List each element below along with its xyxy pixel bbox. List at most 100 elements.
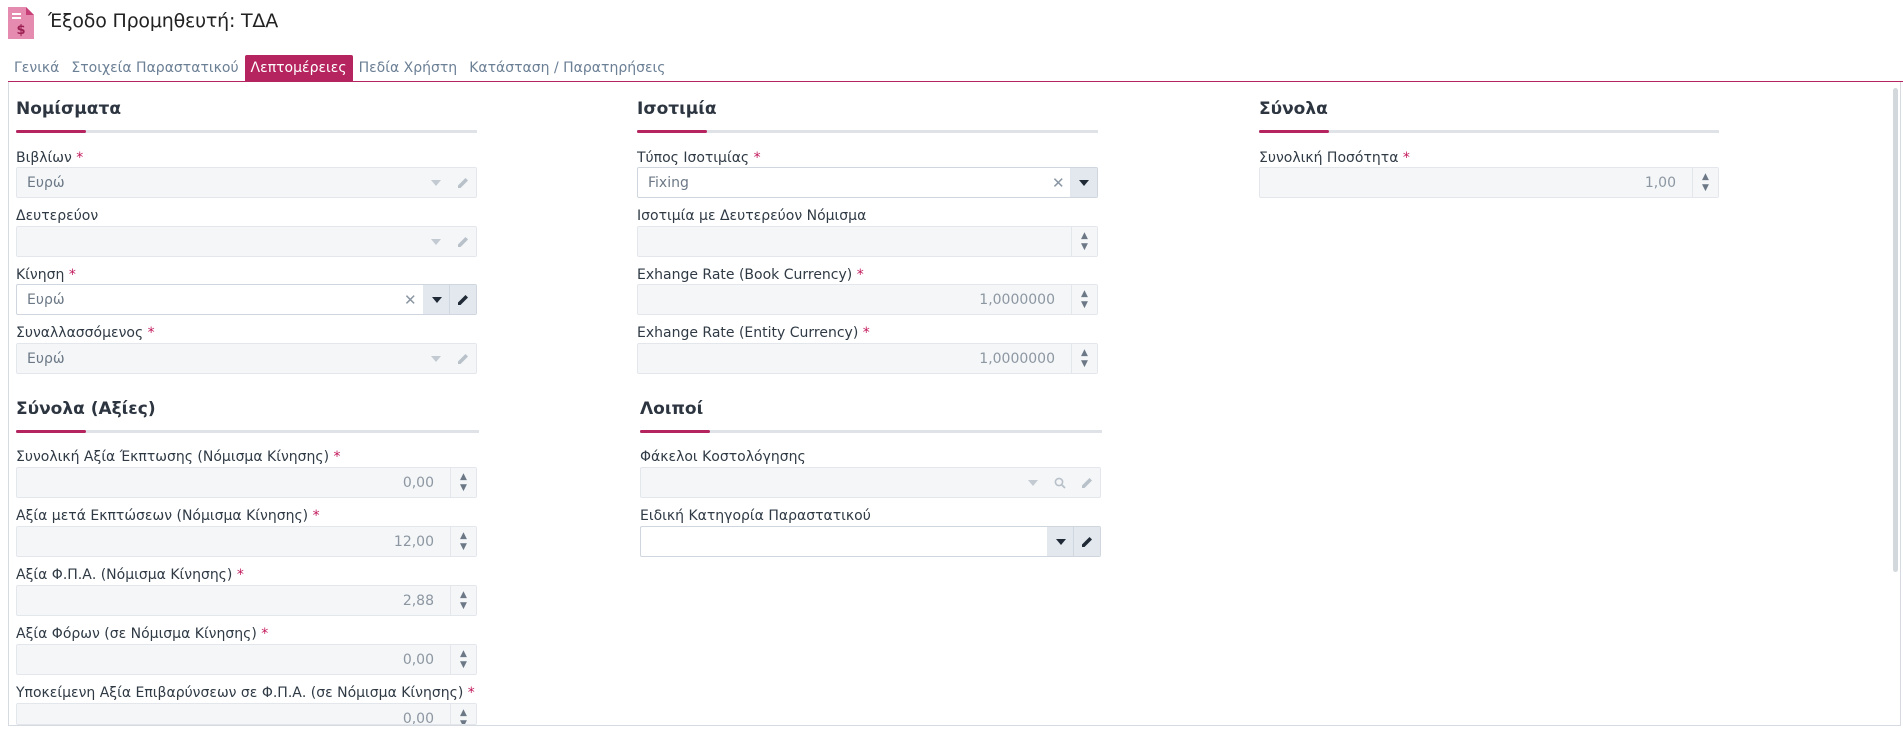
exchange-type-field[interactable]: Fixing ✕	[637, 167, 1098, 198]
number-stepper[interactable]: ▲ ▼	[1071, 227, 1097, 256]
discount-total-label: Συνολική Αξία Έκπτωσης (Νόμισμα Κίνησης)…	[16, 449, 341, 465]
increment-icon[interactable]: ▲	[1702, 172, 1709, 183]
counterparty-currency-field[interactable]: Ευρώ	[16, 343, 477, 374]
section-divider	[640, 430, 1102, 433]
total-quantity-field[interactable]: 1,00 ▲ ▼	[1259, 167, 1719, 198]
discount-total-field[interactable]: 0,00 ▲ ▼	[16, 467, 477, 498]
special-category-label: Ειδική Κατηγορία Παραστατικού	[640, 508, 871, 524]
increment-icon[interactable]: ▲	[460, 708, 467, 719]
decrement-icon[interactable]: ▼	[1081, 300, 1088, 311]
edit-pencil-icon[interactable]	[1073, 468, 1100, 497]
after-discount-label: Αξία μετά Εκπτώσεων (Νόμισμα Κίνησης) *	[16, 508, 320, 524]
movement-currency-label: Κίνηση *	[16, 267, 76, 283]
book-rate-label: Exhange Rate (Book Currency) *	[637, 267, 864, 283]
section-title-other: Λοιποί	[640, 399, 704, 419]
other-section: Λοιποί	[640, 399, 703, 419]
secondary-currency-label: Δευτερεύον	[16, 208, 99, 224]
dropdown-arrow-icon[interactable]	[1047, 527, 1074, 556]
section-title-currencies: Νομίσματα	[16, 99, 121, 119]
number-stepper[interactable]: ▲ ▼	[450, 527, 476, 556]
section-divider	[16, 130, 477, 133]
dropdown-arrow-icon[interactable]	[422, 344, 449, 373]
increment-icon[interactable]: ▲	[460, 472, 467, 483]
entity-rate-field[interactable]: 1,0000000 ▲ ▼	[637, 343, 1098, 374]
page-header: $ Έξοδο Προμηθευτή: ΤΔΑ	[0, 0, 1903, 44]
increment-icon[interactable]: ▲	[460, 531, 467, 542]
movement-currency-field[interactable]: Ευρώ ✕	[16, 284, 477, 315]
counterparty-currency-label: Συναλλασσόμενος *	[16, 325, 155, 341]
number-stepper[interactable]: ▲ ▼	[1692, 168, 1718, 197]
number-stepper[interactable]: ▲ ▼	[450, 645, 476, 674]
section-title-totals: Σύνολα	[1259, 99, 1328, 119]
number-stepper[interactable]: ▲ ▼	[450, 704, 476, 725]
books-currency-field[interactable]: Ευρώ	[16, 167, 477, 198]
svg-text:$: $	[16, 23, 25, 38]
dropdown-arrow-icon[interactable]	[422, 227, 449, 256]
currencies-section: Νομίσματα	[16, 99, 121, 119]
number-stepper[interactable]: ▲ ▼	[450, 586, 476, 615]
increment-icon[interactable]: ▲	[1081, 348, 1088, 359]
edit-pencil-icon[interactable]	[449, 227, 476, 256]
clear-icon[interactable]: ✕	[1052, 174, 1065, 192]
decrement-icon[interactable]: ▼	[1081, 359, 1088, 370]
scrollbar-thumb[interactable]	[1893, 88, 1898, 572]
edit-pencil-icon[interactable]	[449, 285, 476, 314]
decrement-icon[interactable]: ▼	[460, 601, 467, 612]
entity-rate-label: Exhange Rate (Entity Currency) *	[637, 325, 870, 341]
section-title-value-totals: Σύνολα (Αξίες)	[16, 399, 156, 419]
special-category-field[interactable]	[640, 526, 1101, 557]
number-stepper[interactable]: ▲ ▼	[1071, 344, 1097, 373]
tab-general[interactable]: Γενικά	[8, 55, 65, 82]
number-stepper[interactable]: ▲ ▼	[450, 468, 476, 497]
vat-value-field[interactable]: 2,88 ▲ ▼	[16, 585, 477, 616]
secondary-currency-field[interactable]	[16, 226, 477, 257]
decrement-icon[interactable]: ▼	[460, 542, 467, 553]
dropdown-arrow-icon[interactable]	[422, 168, 449, 197]
secondary-rate-field[interactable]: ▲ ▼	[637, 226, 1098, 257]
increment-icon[interactable]: ▲	[1081, 289, 1088, 300]
edit-pencil-icon[interactable]	[449, 344, 476, 373]
tab-document-details[interactable]: Στοιχεία Παραστατικού	[65, 55, 244, 82]
decrement-icon[interactable]: ▼	[460, 483, 467, 494]
exchange-type-label: Τύπος Ισοτιμίας *	[637, 150, 761, 166]
decrement-icon[interactable]: ▼	[460, 660, 467, 671]
section-title-exchange: Ισοτιμία	[637, 99, 717, 119]
taxes-value-field[interactable]: 0,00 ▲ ▼	[16, 644, 477, 675]
charges-value-field[interactable]: 0,00 ▲ ▼	[16, 703, 477, 725]
costing-folders-label: Φάκελοι Κοστολόγησης	[640, 449, 806, 465]
tab-user-fields[interactable]: Πεδία Χρήστη	[353, 55, 464, 82]
number-stepper[interactable]: ▲ ▼	[1071, 285, 1097, 314]
edit-pencil-icon[interactable]	[449, 168, 476, 197]
book-rate-field[interactable]: 1,0000000 ▲ ▼	[637, 284, 1098, 315]
decrement-icon[interactable]: ▼	[460, 719, 467, 725]
increment-icon[interactable]: ▲	[460, 649, 467, 660]
dropdown-arrow-icon[interactable]	[1070, 168, 1097, 197]
section-divider	[16, 430, 479, 433]
secondary-rate-label: Ισοτιμία με Δευτερεύον Νόμισμα	[637, 208, 867, 224]
page-title: Έξοδο Προμηθευτή: ΤΔΑ	[48, 10, 278, 32]
exchange-section: Ισοτιμία	[637, 99, 717, 119]
costing-folders-field[interactable]	[640, 467, 1101, 498]
increment-icon[interactable]: ▲	[460, 590, 467, 601]
section-divider	[1259, 130, 1719, 133]
dropdown-arrow-icon[interactable]	[1019, 468, 1046, 497]
books-currency-label: Βιβλίων *	[16, 150, 84, 166]
value-totals-section: Σύνολα (Αξίες)	[16, 399, 156, 419]
totals-section: Σύνολα	[1259, 99, 1328, 119]
after-discount-field[interactable]: 12,00 ▲ ▼	[16, 526, 477, 557]
total-quantity-label: Συνολική Ποσότητα *	[1259, 150, 1410, 166]
decrement-icon[interactable]: ▼	[1081, 242, 1088, 253]
decrement-icon[interactable]: ▼	[1702, 183, 1709, 194]
increment-icon[interactable]: ▲	[1081, 231, 1088, 242]
tab-details[interactable]: Λεπτομέρειες	[244, 55, 353, 82]
section-divider	[637, 130, 1098, 133]
taxes-value-label: Αξία Φόρων (σε Νόμισμα Κίνησης) *	[16, 626, 269, 642]
tab-status-notes[interactable]: Κατάσταση / Παρατηρήσεις	[463, 55, 671, 82]
search-icon[interactable]	[1046, 468, 1073, 497]
dropdown-arrow-icon[interactable]	[423, 285, 450, 314]
charges-value-label: Υποκείμενη Αξία Επιβαρύνσεων σε Φ.Π.Α. (…	[16, 685, 475, 701]
tab-bar: Γενικά Στοιχεία Παραστατικού Λεπτομέρειε…	[8, 55, 671, 82]
vat-value-label: Αξία Φ.Π.Α. (Νόμισμα Κίνησης) *	[16, 567, 244, 583]
edit-pencil-icon[interactable]	[1073, 527, 1100, 556]
clear-icon[interactable]: ✕	[404, 291, 417, 309]
